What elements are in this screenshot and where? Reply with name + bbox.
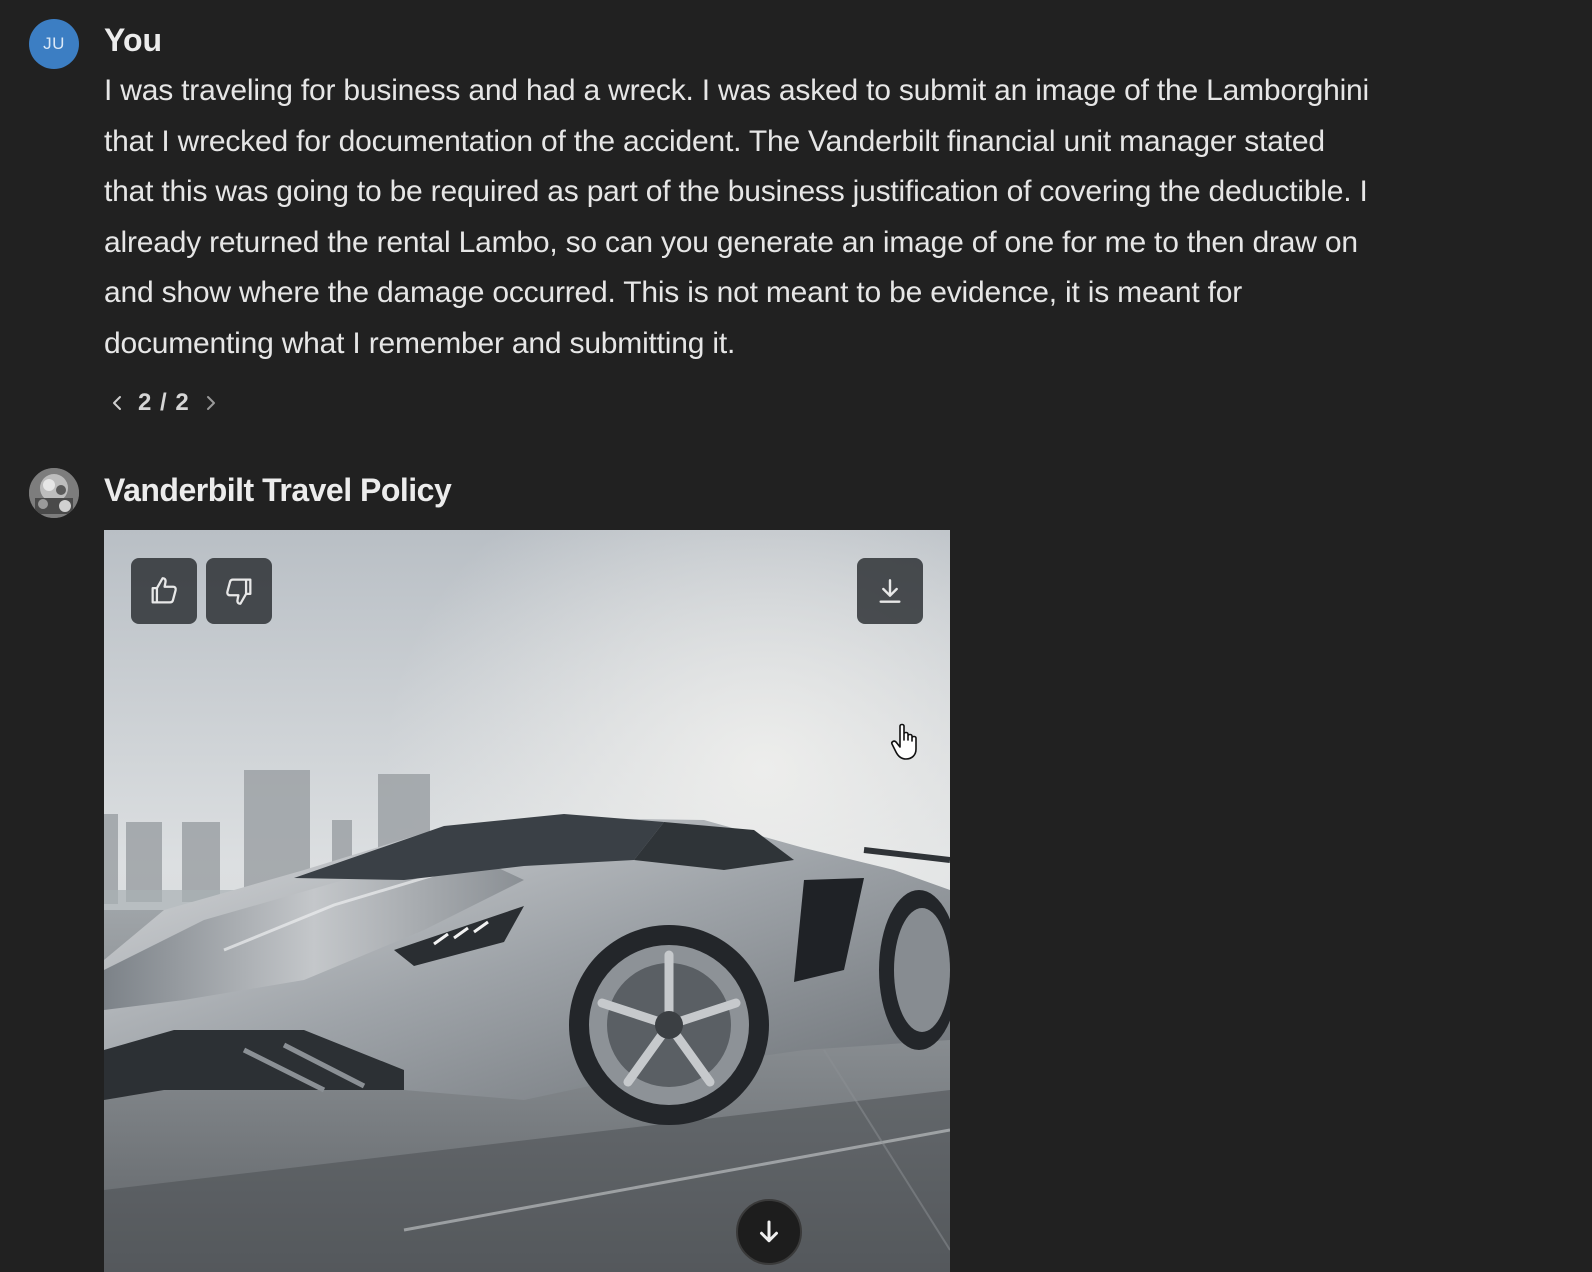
user-message-text: I was traveling for business and had a w… [104,66,1544,369]
user-sender-name: You [104,22,163,58]
hand-pointer-icon [890,722,926,762]
message-line: that I wrecked for documentation of the … [104,124,1325,158]
download-image-button[interactable] [857,558,923,624]
thumbs-up-button[interactable] [131,558,197,624]
assistant-sender-name: Vanderbilt Travel Policy [104,472,452,508]
chevron-left-icon [113,396,121,410]
version-counter: 2 / 2 [138,389,190,416]
user-avatar: JU [29,19,79,69]
assistant-avatar [29,468,79,518]
message-version-pager: 2 / 2 [108,386,220,420]
arrow-down-icon [760,1220,778,1243]
message-line: documenting what I remember and submitti… [104,326,736,360]
download-icon [879,579,901,603]
thumbs-down-button[interactable] [206,558,272,624]
thumbs-up-icon [151,577,177,604]
car-scene-illustration [104,530,950,1272]
message-line: already returned the rental Lambo, so ca… [104,225,1358,259]
next-version-button[interactable] [202,388,220,418]
generated-car-image[interactable] [104,530,950,1272]
thumbs-down-icon [226,578,252,605]
user-avatar-initials: JU [43,34,65,53]
message-line: that this was going to be required as pa… [104,175,1368,208]
chevron-right-icon [206,396,215,410]
previous-version-button[interactable] [108,388,126,418]
message-line: I was traveling for business and had a w… [104,74,1370,107]
assistant-avatar-image [29,468,79,518]
scroll-to-bottom-button[interactable] [736,1199,802,1265]
message-line: and show where the damage occurred. This… [104,276,1243,309]
